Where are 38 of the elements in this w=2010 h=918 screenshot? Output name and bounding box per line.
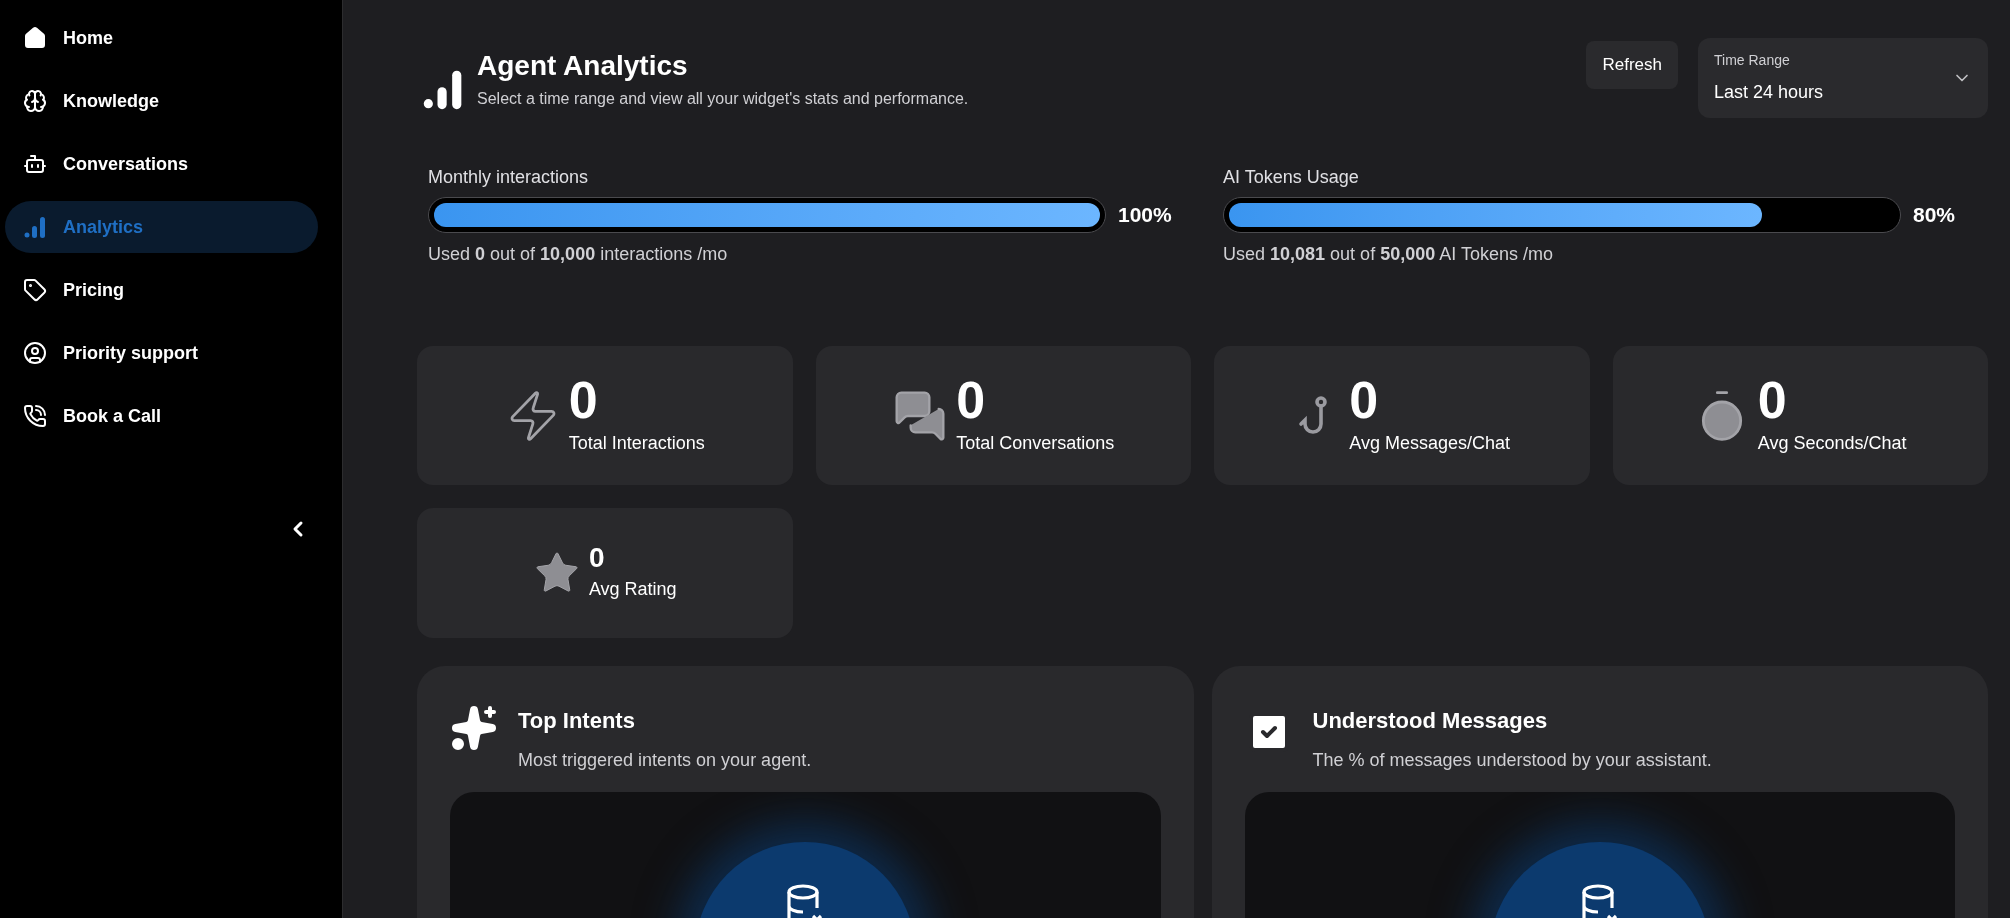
stat-value: 0 [568, 374, 599, 426]
stat-value: 0 [1757, 374, 1788, 426]
nav-item[interactable]: Book a Call [5, 390, 318, 442]
nav-item[interactable]: Pricing [5, 264, 318, 316]
stat-label: Avg Seconds/Chat [1757, 432, 1907, 455]
panel-title: Understood Messages [1312, 707, 1549, 735]
page-subtitle: Select a time range and view all your widget's stats and performance. [477, 89, 969, 109]
usage-caption: Used 0 out of 10,000 interactions /mo [428, 243, 729, 266]
panel-subtitle: Most triggered intents on your agent. [518, 749, 812, 772]
nav-item[interactable]: Priority support [5, 327, 318, 379]
phone-icon [23, 404, 47, 428]
stat-label: Total Conversations [956, 432, 1115, 455]
nav-item[interactable]: Conversations [5, 138, 318, 190]
usage-title: AI Tokens Usage [1223, 166, 1360, 189]
price-tag-icon [23, 278, 47, 302]
refresh-button[interactable]: Refresh [1586, 41, 1678, 89]
usage-percent: 100% [1118, 202, 1172, 229]
stat-value: 0 [588, 543, 606, 572]
nav-item[interactable]: Knowledge [5, 75, 318, 127]
home-icon [23, 26, 47, 50]
nav-item[interactable]: Home [5, 12, 318, 64]
usage-caption: Used 10,081 out of 50,000 AI Tokens /mo [1223, 243, 1554, 266]
bar-chart-icon [23, 215, 47, 239]
stat-label: Total Interactions [568, 432, 705, 455]
usage-title: Monthly interactions [428, 166, 590, 189]
stat-value: 0 [956, 374, 987, 426]
usage-percent: 80% [1913, 202, 1956, 229]
panel-subtitle: The % of messages understood by your assistant. [1312, 749, 1712, 772]
stat-label: Avg Rating [588, 577, 677, 601]
robot-icon [23, 152, 47, 176]
sparkles-icon [450, 704, 498, 752]
panel-title: Top Intents [518, 707, 636, 735]
user-icon [23, 341, 47, 365]
time-range-select[interactable]: Time Range Last 24 hours [1698, 38, 1988, 118]
brain-icon [23, 89, 47, 113]
stat-label: Avg Messages/Chat [1349, 432, 1511, 455]
page-title: Agent Analytics [477, 49, 689, 83]
stat-value: 0 [1349, 374, 1380, 426]
